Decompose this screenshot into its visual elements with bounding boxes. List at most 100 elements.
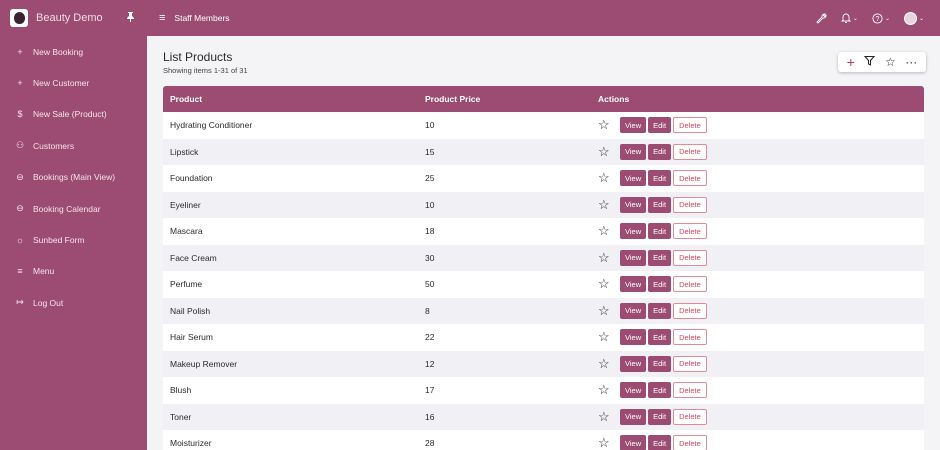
row-actions: ☆ View Edit Delete <box>591 377 924 404</box>
delete-button[interactable]: Delete <box>673 276 707 293</box>
filter-icon[interactable] <box>864 55 876 69</box>
view-button[interactable]: View <box>620 223 647 240</box>
help-button[interactable]: ? ⌄ <box>872 12 890 24</box>
delete-button[interactable]: Delete <box>673 170 707 187</box>
row-actions: ☆ View Edit Delete <box>591 271 924 298</box>
sidebar-item-label: New Sale (Product) <box>33 109 107 120</box>
delete-button[interactable]: Delete <box>673 435 707 450</box>
more-icon[interactable]: ··· <box>905 55 917 69</box>
plus-icon: + <box>17 46 23 57</box>
hamburger-icon[interactable]: ≡ <box>159 12 165 24</box>
view-button[interactable]: View <box>620 329 647 346</box>
delete-button[interactable]: Delete <box>673 117 707 134</box>
sidebar-item-menu[interactable]: ≡ Menu <box>0 256 147 287</box>
star-icon[interactable]: ☆ <box>598 170 618 186</box>
sidebar-item-sunbed-form[interactable]: ☼ Sunbed Form <box>0 224 147 255</box>
delete-button[interactable]: Delete <box>673 302 707 319</box>
sidebar-item-customers[interactable]: ⚇ Customers <box>0 130 147 161</box>
table-row: Hydrating Conditioner 10 ☆ View Edit Delete <box>163 112 924 139</box>
product-name: Lipstick <box>170 146 199 157</box>
column-actions: Actions <box>598 94 630 104</box>
star-icon[interactable]: ☆ <box>598 382 618 398</box>
page-title: List Products <box>163 50 233 64</box>
delete-button[interactable]: Delete <box>673 382 707 399</box>
view-button[interactable]: View <box>620 196 647 213</box>
delete-button[interactable]: Delete <box>673 408 707 425</box>
sidebar-item-label: New Booking <box>33 46 84 57</box>
edit-button[interactable]: Edit <box>648 355 672 372</box>
star-icon[interactable]: ☆ <box>598 303 618 319</box>
wrench-icon[interactable] <box>816 13 827 24</box>
star-icon[interactable]: ☆ <box>598 117 618 133</box>
product-price: 10 <box>425 199 435 210</box>
row-actions: ☆ View Edit Delete <box>591 192 924 219</box>
column-product[interactable]: Product <box>163 86 418 112</box>
row-actions: ☆ View Edit Delete <box>591 165 924 192</box>
view-button[interactable]: View <box>620 143 647 160</box>
edit-button[interactable]: Edit <box>648 223 672 240</box>
plus-icon: + <box>17 78 23 89</box>
sidebar-item-booking-calendar[interactable]: ⊖ Booking Calendar <box>0 193 147 224</box>
edit-button[interactable]: Edit <box>648 143 672 160</box>
view-button[interactable]: View <box>620 435 647 450</box>
edit-button[interactable]: Edit <box>648 382 672 399</box>
delete-button[interactable]: Delete <box>673 329 707 346</box>
table-header: Product Product Price Actions <box>163 86 924 112</box>
star-icon[interactable]: ☆ <box>598 356 618 372</box>
view-button[interactable]: View <box>620 276 647 293</box>
view-button[interactable]: View <box>620 249 647 266</box>
star-icon[interactable]: ☆ <box>598 144 618 160</box>
star-icon[interactable]: ☆ <box>598 329 618 345</box>
row-actions: ☆ View Edit Delete <box>591 139 924 166</box>
product-price: 25 <box>425 173 435 184</box>
edit-button[interactable]: Edit <box>648 170 672 187</box>
user-menu[interactable]: ⌄ <box>903 11 924 25</box>
column-price[interactable]: Product Price <box>418 86 591 112</box>
product-price: 12 <box>425 358 435 369</box>
table-row: Nail Polish 8 ☆ View Edit Delete <box>163 297 924 324</box>
sidebar-item-new-booking[interactable]: + New Booking <box>0 36 147 67</box>
star-icon[interactable]: ☆ <box>598 409 618 425</box>
delete-button[interactable]: Delete <box>673 249 707 266</box>
sidebar-item-log-out[interactable]: ↦ Log Out <box>0 287 147 318</box>
product-price: 15 <box>425 146 435 157</box>
star-icon[interactable]: ☆ <box>598 250 618 266</box>
view-button[interactable]: View <box>620 355 647 372</box>
view-button[interactable]: View <box>620 382 647 399</box>
edit-button[interactable]: Edit <box>648 276 672 293</box>
edit-button[interactable]: Edit <box>648 435 672 450</box>
row-actions: ☆ View Edit Delete <box>591 430 924 450</box>
delete-button[interactable]: Delete <box>673 355 707 372</box>
view-button[interactable]: View <box>620 408 647 425</box>
product-name: Eyeliner <box>170 199 201 210</box>
sidebar-item-bookings-main-view[interactable]: ⊖ Bookings (Main View) <box>0 162 147 193</box>
view-button[interactable]: View <box>620 170 647 187</box>
notifications-button[interactable]: ⌄ <box>840 13 858 24</box>
delete-button[interactable]: Delete <box>673 143 707 160</box>
sidebar-nav: + New Booking + New Customer $ New Sale (Prod… <box>0 36 147 319</box>
star-icon[interactable]: ☆ <box>598 197 618 213</box>
edit-button[interactable]: Edit <box>648 117 672 134</box>
delete-button[interactable]: Delete <box>673 196 707 213</box>
edit-button[interactable]: Edit <box>648 329 672 346</box>
star-icon[interactable]: ☆ <box>598 435 618 450</box>
edit-button[interactable]: Edit <box>648 302 672 319</box>
star-icon[interactable]: ☆ <box>598 276 618 292</box>
view-button[interactable]: View <box>620 117 647 134</box>
logo-icon[interactable] <box>10 9 28 27</box>
logout-icon: ↦ <box>16 297 24 308</box>
sidebar: Beauty Demo + New Booking + New Customer $ Ne… <box>0 0 147 450</box>
edit-button[interactable]: Edit <box>648 408 672 425</box>
sun-icon: ☼ <box>15 235 25 246</box>
pin-icon[interactable] <box>126 11 135 25</box>
star-icon[interactable]: ☆ <box>885 55 896 69</box>
sidebar-item-new-customer[interactable]: + New Customer <box>0 67 147 98</box>
view-button[interactable]: View <box>620 302 647 319</box>
star-icon[interactable]: ☆ <box>598 223 618 239</box>
edit-button[interactable]: Edit <box>648 249 672 266</box>
add-icon[interactable]: + <box>847 54 855 70</box>
delete-button[interactable]: Delete <box>673 223 707 240</box>
product-price: 50 <box>425 279 435 290</box>
sidebar-item-new-sale-product[interactable]: $ New Sale (Product) <box>0 99 147 130</box>
edit-button[interactable]: Edit <box>648 196 672 213</box>
